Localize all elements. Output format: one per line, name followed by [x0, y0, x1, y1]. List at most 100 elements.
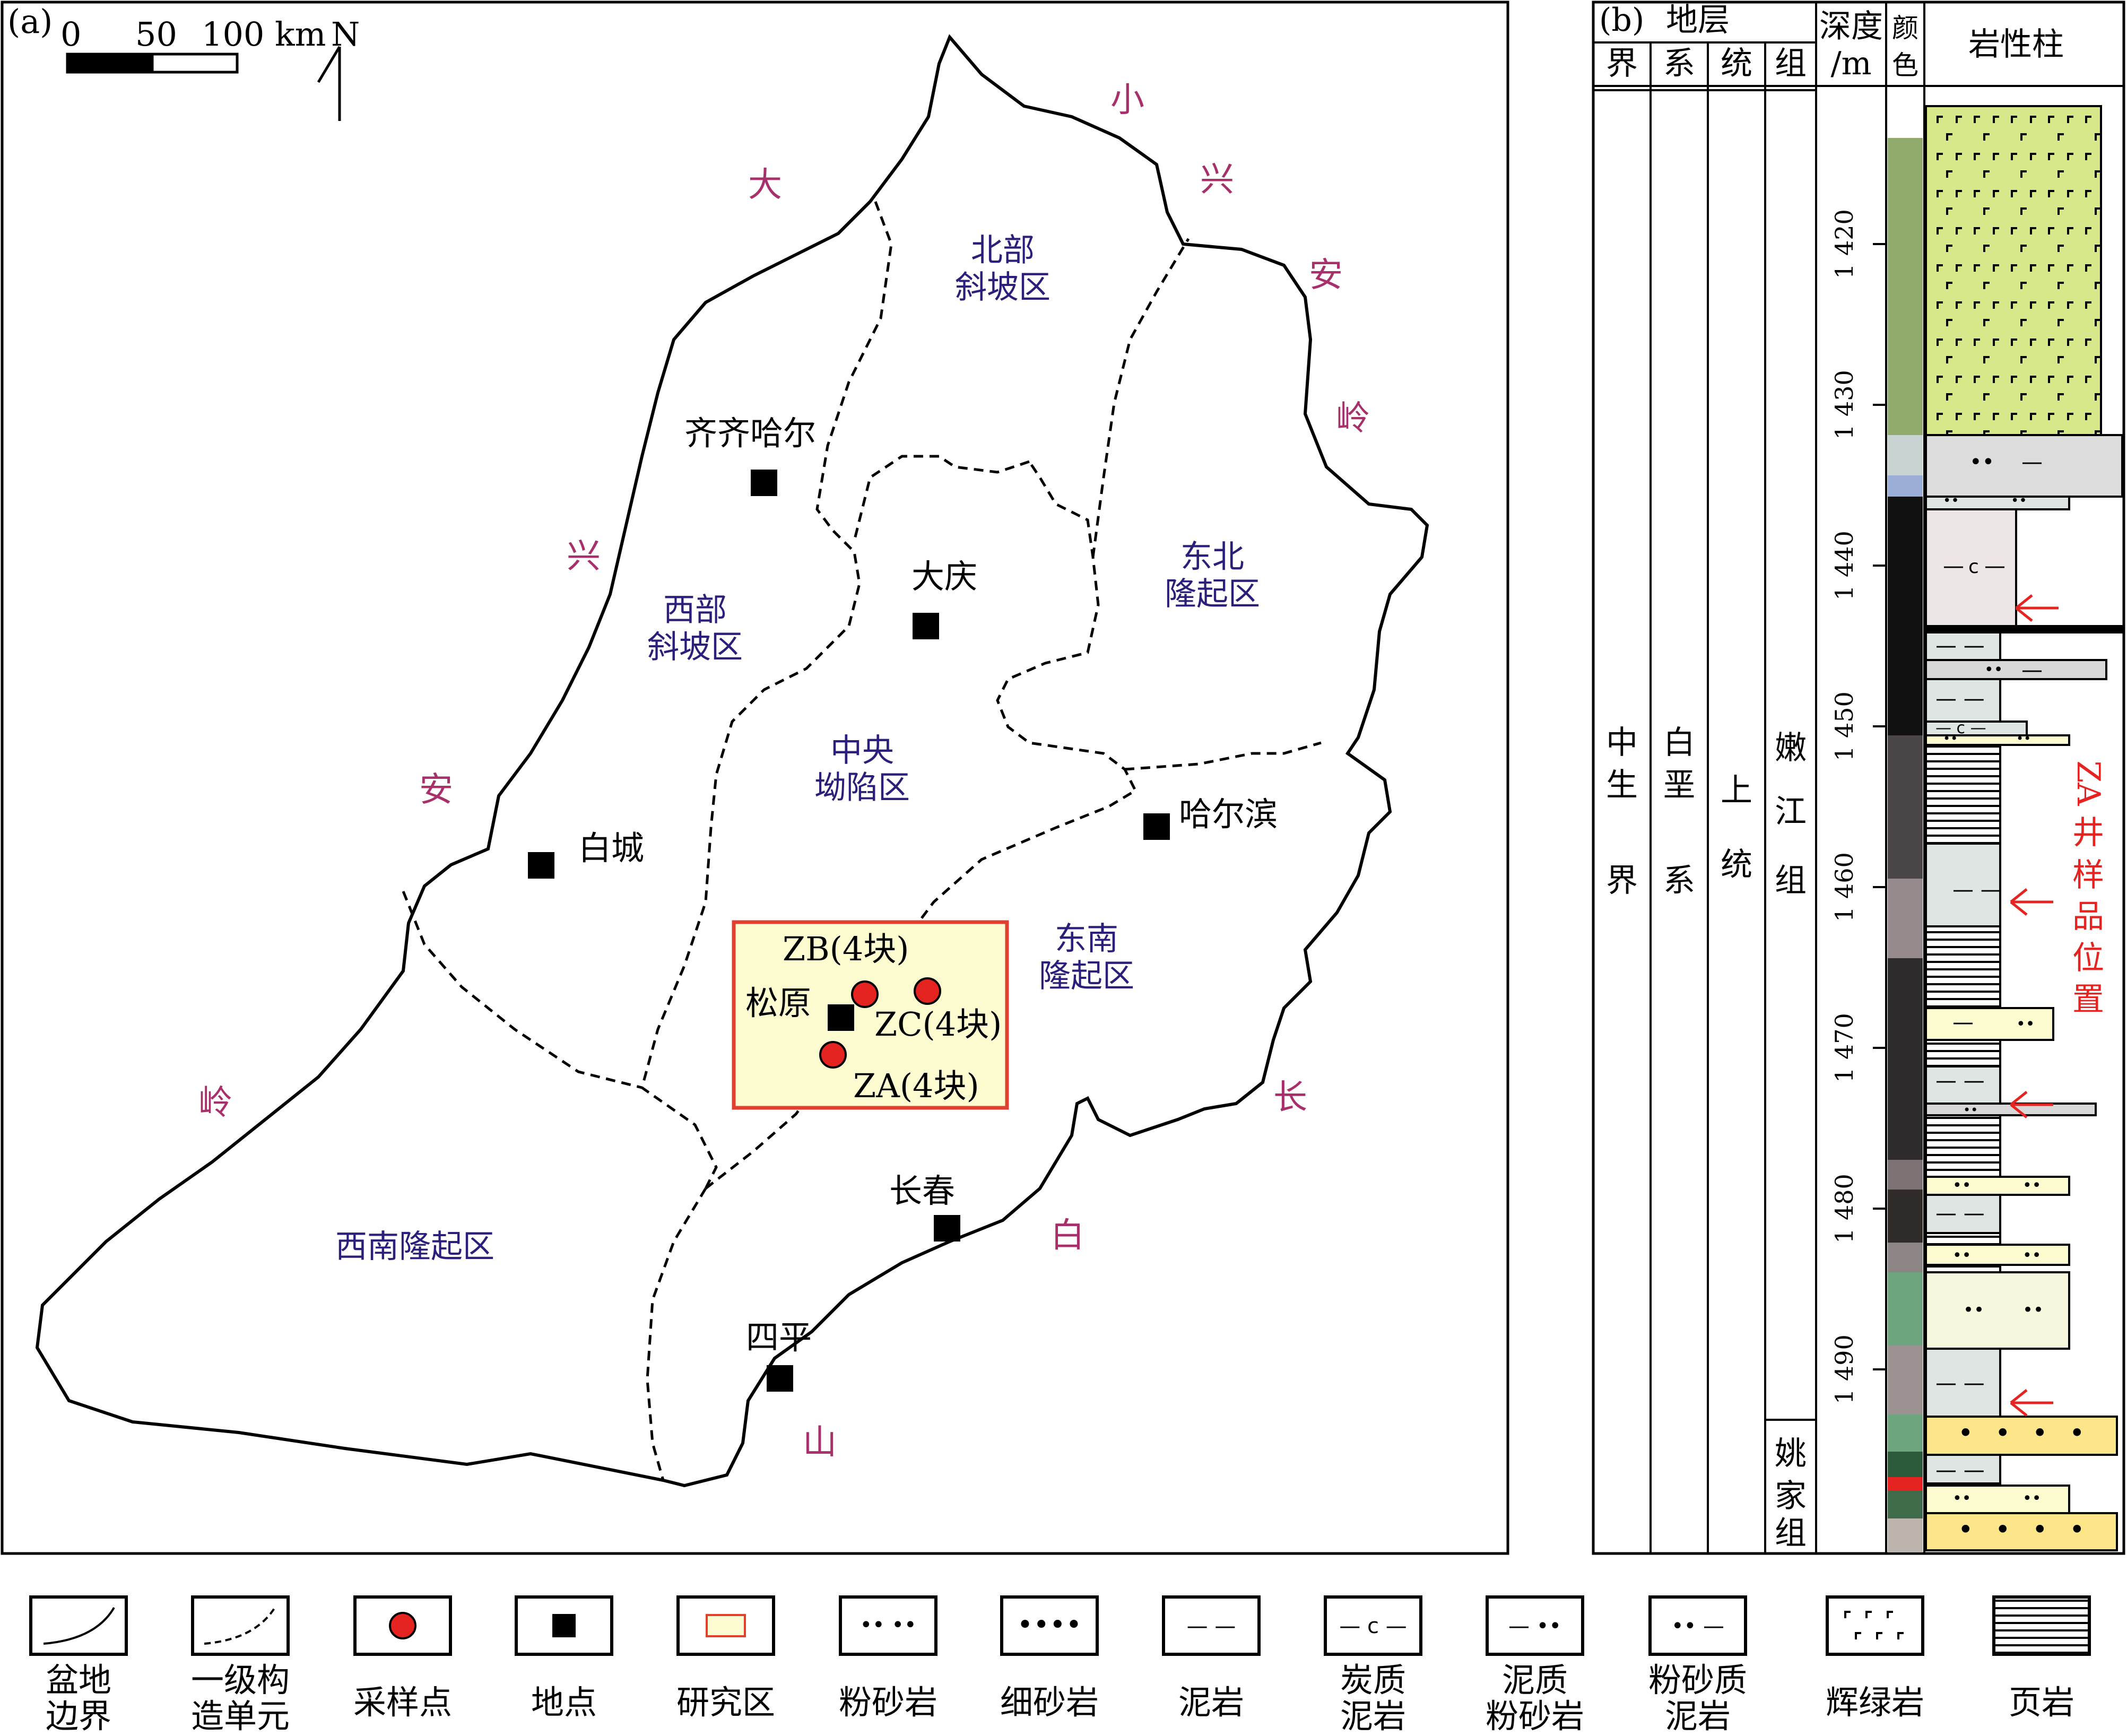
svg-text:••: ••: [2016, 1015, 2035, 1034]
sample-label-zc: ZC(4块): [874, 1005, 1002, 1044]
sample-note-text: ZA: [2070, 760, 2107, 806]
litho-siltstone: [1925, 1176, 2070, 1196]
svg-text:••: ••: [1952, 1176, 1971, 1195]
svg-text:— c —: — c —: [1339, 1614, 1407, 1638]
figure-canvas: (a) 0 50 100 km N 小 兴 安 岭 大 兴 安 岭 长 白 山 …: [1, 1, 2125, 1735]
legend-item-mudstone: — — 泥岩: [1162, 1595, 1261, 1722]
mountain-char: 安: [1309, 256, 1343, 295]
litho-shale: [1925, 1114, 2001, 1178]
legend-item-diabase: 辉绿岩: [1826, 1595, 1924, 1722]
litho-shale: [1925, 1232, 2001, 1246]
series-char: 统: [1721, 846, 1752, 883]
legend-label: 泥质: [1502, 1661, 1568, 1699]
scale-label-0: 0: [60, 15, 81, 54]
site-marker-icon: [934, 1215, 960, 1242]
legend-label: 泥岩: [1665, 1697, 1731, 1735]
litho-shale: [1925, 744, 2001, 845]
svg-text:••: ••: [1963, 1299, 1984, 1321]
svg-text:— —: — —: [1952, 878, 2002, 902]
scale-label-50: 50: [135, 15, 177, 54]
city-label: 大庆: [911, 557, 977, 596]
panel-b-tag: (b): [1599, 2, 1644, 39]
mountain-char: 兴: [567, 537, 601, 576]
era-char: 生: [1606, 767, 1638, 804]
svg-text:•• ••: •• ••: [860, 1613, 916, 1637]
panel-a: (a) 0 50 100 km N 小 兴 安 岭 大 兴 安 岭 长 白 山 …: [1, 1, 1509, 1555]
sample-point-zb: [851, 980, 879, 1008]
mountain-char: 白: [1051, 1216, 1084, 1255]
sample-label-za: ZA(4块): [853, 1066, 979, 1105]
unit-label: 中央: [830, 732, 894, 769]
legend-item-site: 地点: [515, 1595, 613, 1722]
city-label: 长春: [889, 1171, 955, 1210]
era-char: 中: [1606, 724, 1638, 761]
svg-text:••: ••: [2022, 1176, 2041, 1195]
unit-label: 北部: [971, 232, 1035, 269]
site-marker-icon: [528, 852, 554, 879]
depth-tick-label: 1 430: [1830, 370, 1859, 440]
formation-char: 嫩: [1775, 730, 1807, 767]
svg-text:••: ••: [2016, 731, 2031, 746]
site-marker-icon: [751, 470, 777, 496]
legend-item-carbonaceous-mudstone: — c — 炭质 泥岩: [1324, 1595, 1422, 1735]
site-marker-icon: [913, 613, 939, 639]
header-strata: 地层: [1666, 2, 1730, 39]
legend-item-muddy-siltstone: — •• 泥质 粉砂岩: [1486, 1595, 1584, 1735]
svg-text:•: •: [2069, 1514, 2085, 1545]
legend: 盆地 边界 一级构 造单元 采样点 地点 研究区 •• •• 粉砂岩 •••• …: [29, 1595, 2091, 1735]
north-label: N: [331, 15, 360, 54]
header-depth-unit: /m: [1830, 45, 1871, 82]
header-series: 统: [1721, 45, 1752, 82]
sample-note-text: 品: [2072, 898, 2104, 935]
unit-label: 隆起区: [1039, 958, 1134, 995]
litho-siltstone: [1925, 1271, 2070, 1350]
header-system: 系: [1663, 45, 1695, 82]
formation-char: 家: [1775, 1478, 1807, 1515]
legend-label: 泥岩: [1340, 1697, 1406, 1735]
svg-text:••••: ••••: [1017, 1609, 1082, 1641]
city-label: 齐齐哈尔: [684, 414, 816, 453]
svg-text:•• —: •• —: [1671, 1614, 1724, 1638]
depth-tick-label: 1 440: [1830, 531, 1859, 601]
legend-label: 页岩: [2009, 1683, 2074, 1722]
legend-item-siltstone: •• •• 粉砂岩: [839, 1595, 937, 1722]
sample-label-zb: ZB(4块): [783, 930, 909, 968]
legend-label: 炭质: [1340, 1661, 1406, 1699]
legend-label: 粉砂岩: [1486, 1697, 1584, 1735]
legend-label: 采样点: [353, 1683, 452, 1722]
depth-tick-label: 1 420: [1830, 209, 1859, 279]
svg-text:•: •: [2032, 1418, 2048, 1448]
mountain-char: 大: [748, 166, 782, 205]
header-formation: 组: [1775, 45, 1807, 82]
litho-diabase: [1925, 105, 2102, 436]
svg-text:•: •: [1958, 1418, 1974, 1448]
unit-label: 斜坡区: [955, 269, 1051, 306]
legend-label: 泥岩: [1178, 1683, 1244, 1722]
site-marker-icon: [828, 1004, 854, 1031]
svg-text:••: ••: [1943, 731, 1958, 746]
site-marker-icon: [1143, 813, 1170, 840]
svg-text:— —: — —: [1935, 687, 1985, 711]
svg-text:— —: — —: [1187, 1614, 1236, 1638]
depth-tick-label: 1 470: [1830, 1013, 1859, 1083]
legend-label: 造单元: [191, 1697, 290, 1735]
legend-label: 边界: [46, 1697, 111, 1735]
unit-label: 隆起区: [1165, 576, 1260, 613]
svg-text:— —: — —: [1935, 1458, 1985, 1482]
legend-label: 一级构: [191, 1661, 290, 1699]
litho-siltstone: [1925, 1244, 2070, 1266]
svg-text:••: ••: [1963, 1103, 1978, 1117]
svg-text:— —: — —: [1935, 1371, 1985, 1395]
series-char: 上: [1721, 772, 1752, 809]
svg-text:— —: — —: [1935, 1201, 1985, 1226]
legend-item-basin-boundary: 盆地 边界: [29, 1595, 128, 1735]
svg-text:••: ••: [2022, 1246, 2041, 1265]
era-char: 界: [1606, 862, 1638, 899]
header-lithology: 岩性柱: [1968, 26, 2064, 63]
legend-label: 研究区: [676, 1683, 775, 1722]
litho-finesand: [1925, 1416, 2118, 1456]
legend-item-tectonic-boundary: 一级构 造单元: [191, 1595, 290, 1735]
litho-shale: [1925, 1264, 2001, 1273]
city-label: 哈尔滨: [1179, 795, 1278, 834]
svg-text:•: •: [2069, 1418, 2085, 1448]
